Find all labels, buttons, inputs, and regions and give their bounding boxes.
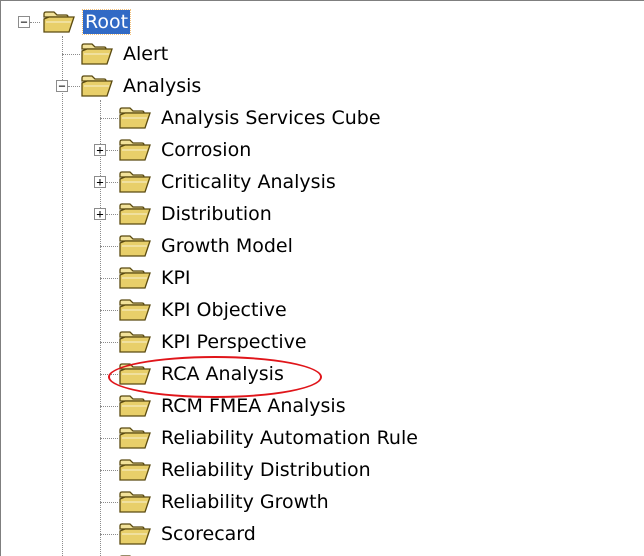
tree-connector (100, 470, 118, 471)
tree-connector (62, 54, 80, 55)
tree-connector (100, 246, 118, 247)
tree-node-label[interactable]: Analysis (121, 74, 203, 98)
tree-node-label[interactable]: Scorecard (159, 522, 258, 546)
tree-connector (100, 374, 118, 375)
tree-node-kpi-objective[interactable]: KPI Objective (0, 295, 600, 325)
tree-node-scorecard[interactable]: Scorecard (0, 519, 600, 549)
folder-icon (81, 75, 113, 97)
folder-icon (119, 203, 151, 225)
tree-node-label[interactable]: Reliability Growth (159, 490, 331, 514)
collapse-icon[interactable]: − (56, 80, 68, 92)
tree-connector (100, 534, 118, 535)
tree-node-label[interactable]: KPI Objective (159, 298, 289, 322)
tree-node-rcm-fmea-analysis[interactable]: RCM FMEA Analysis (0, 391, 600, 421)
tree-node-label[interactable]: Analysis Services Cube (159, 106, 383, 130)
folder-icon (119, 363, 151, 385)
tree-connector (100, 278, 118, 279)
tree-node-label[interactable]: Reliability Distribution (159, 458, 373, 482)
folder-icon (119, 267, 151, 289)
tree-node-root[interactable]: − Root (0, 7, 600, 37)
tree-node-label[interactable]: KPI (159, 266, 193, 290)
tree-node-reliability-growth[interactable]: Reliability Growth (0, 487, 600, 517)
tree-view[interactable]: − Root Alert − Analysis Analysis Service… (0, 0, 644, 556)
folder-icon (43, 11, 75, 33)
tree-node-reliability-automation-rule[interactable]: Reliability Automation Rule (0, 423, 600, 453)
tree-node-rca-analysis[interactable]: RCA Analysis (0, 359, 600, 389)
tree-node-kpi-perspective[interactable]: KPI Perspective (0, 327, 600, 357)
tree-node-corrosion[interactable]: + Corrosion (0, 135, 600, 165)
tree-connector (100, 438, 118, 439)
folder-icon (119, 491, 151, 513)
expand-icon[interactable]: + (94, 176, 106, 188)
folder-icon (119, 523, 151, 545)
tree-connector (100, 502, 118, 503)
tree-node-label[interactable]: Distribution (159, 202, 274, 226)
tree-node-criticality-analysis[interactable]: + Criticality Analysis (0, 167, 600, 197)
tree-border-top (0, 0, 644, 1)
folder-icon (119, 107, 151, 129)
folder-icon (81, 43, 113, 65)
tree-node-label[interactable]: Root (81, 9, 132, 35)
tree-node-label[interactable]: RCA Analysis (159, 362, 286, 386)
tree-connector (100, 118, 118, 119)
tree-node-kpi[interactable]: KPI (0, 263, 600, 293)
tree-connector (100, 342, 118, 343)
tree-node-alert[interactable]: Alert (0, 39, 600, 69)
folder-icon (119, 459, 151, 481)
folder-icon (119, 331, 151, 353)
tree-node-label[interactable]: Reliability Automation Rule (159, 426, 420, 450)
collapse-icon[interactable]: − (18, 16, 30, 28)
tree-connector (100, 406, 118, 407)
expand-icon[interactable]: + (94, 208, 106, 220)
tree-connector (106, 182, 118, 183)
tree-node-growth-model[interactable]: Growth Model (0, 231, 600, 261)
folder-icon (119, 395, 151, 417)
tree-node-label[interactable]: Growth Model (159, 234, 295, 258)
expand-icon[interactable]: + (94, 144, 106, 156)
tree-connector (30, 22, 40, 23)
tree-connector (106, 150, 118, 151)
folder-icon (119, 427, 151, 449)
tree-node-label[interactable]: Corrosion (159, 138, 253, 162)
tree-connector (106, 214, 118, 215)
tree-node-distribution[interactable]: + Distribution (0, 199, 600, 229)
tree-node-label[interactable]: Alert (121, 42, 170, 66)
folder-icon (119, 139, 151, 161)
tree-connector (100, 310, 118, 311)
folder-icon (119, 299, 151, 321)
folder-icon (119, 235, 151, 257)
tree-connector (68, 86, 80, 87)
tree-node-reliability-distribution[interactable]: Reliability Distribution (0, 455, 600, 485)
tree-node-analysis-services-cube[interactable]: Analysis Services Cube (0, 103, 600, 133)
tree-node-label[interactable]: RCM FMEA Analysis (159, 394, 348, 418)
tree-node-label[interactable]: Criticality Analysis (159, 170, 338, 194)
tree-node-label[interactable]: KPI Perspective (159, 330, 309, 354)
folder-icon (119, 171, 151, 193)
tree-node-analysis[interactable]: − Analysis (0, 71, 600, 101)
tree-node-partial (0, 551, 600, 556)
